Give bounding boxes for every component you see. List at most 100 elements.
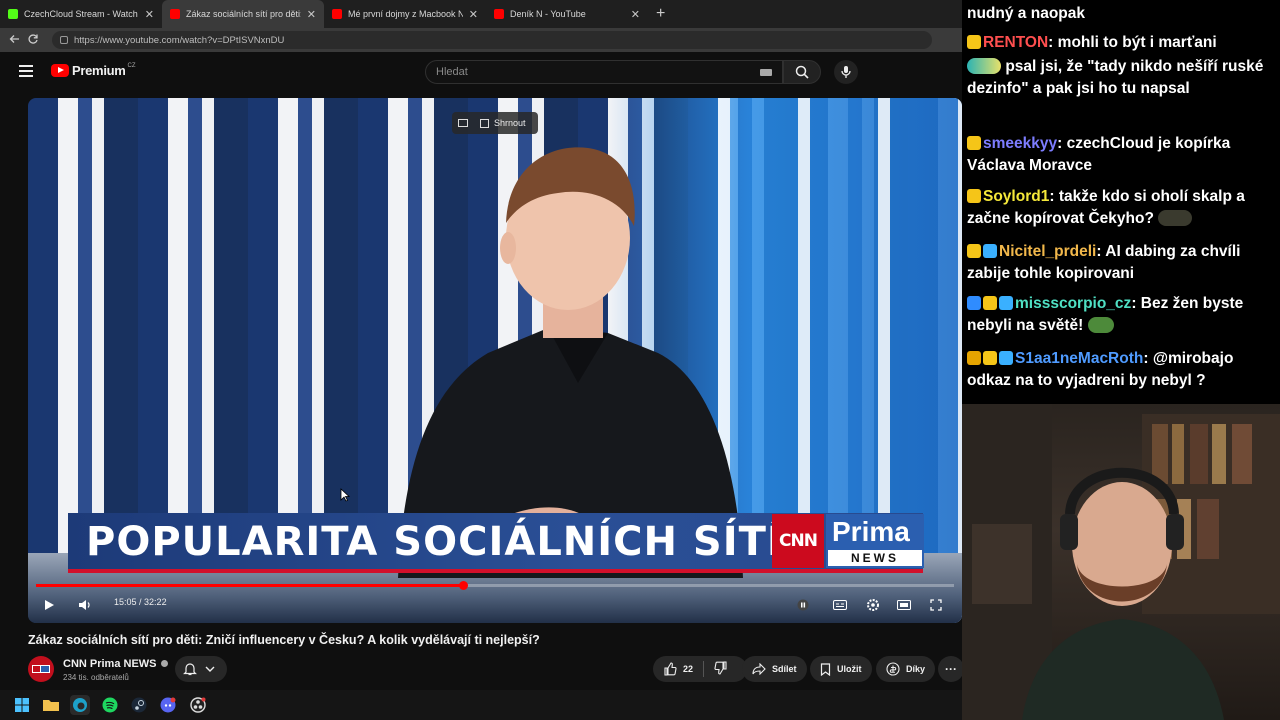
- subscriber-count: 234 tis. odběratelů: [63, 673, 129, 682]
- windows-start-icon[interactable]: [12, 695, 32, 715]
- channel-avatar[interactable]: [28, 656, 54, 682]
- keyboard-icon[interactable]: [760, 69, 772, 76]
- player-controls: 15:05 / 32:22: [28, 592, 962, 618]
- mouse-cursor-icon: [340, 488, 350, 502]
- sub-badge-icon: [967, 189, 981, 203]
- chat-colon: :: [1048, 34, 1054, 51]
- tab-zakaz[interactable]: Zákaz sociálních sítí pro děti: Zničí ✕: [162, 0, 324, 28]
- progress-scrubber[interactable]: [458, 581, 468, 590]
- pip-icon[interactable]: [458, 119, 468, 127]
- cnn-logo: CNN: [772, 514, 824, 568]
- edge-browser-icon[interactable]: [70, 695, 90, 715]
- tab-title: Deník N - YouTube: [510, 9, 586, 19]
- theater-icon[interactable]: [895, 596, 913, 614]
- chat-colon: :: [1143, 350, 1149, 367]
- tab-close-icon[interactable]: ✕: [145, 8, 154, 21]
- chat-username[interactable]: S1aa1neMacRoth: [1015, 350, 1143, 367]
- channel-name-text: CNN Prima NEWS: [63, 658, 157, 670]
- chat-username[interactable]: RENTON: [983, 34, 1048, 51]
- file-explorer-icon[interactable]: [41, 695, 61, 715]
- discord-icon[interactable]: [158, 695, 178, 715]
- tab-close-icon[interactable]: ✕: [631, 8, 640, 21]
- search-input[interactable]: Hledat: [425, 60, 783, 84]
- chat-message: missscorpio_cz: Bez žen byste nebyli na …: [967, 293, 1275, 337]
- microphone-icon: [841, 66, 851, 78]
- youtube-logo[interactable]: Premium CZ: [51, 63, 136, 78]
- more-actions-button[interactable]: ···: [938, 656, 964, 682]
- logo-word: Premium: [72, 63, 126, 78]
- sub-badge-icon: [967, 244, 981, 258]
- tab-close-icon[interactable]: ✕: [307, 8, 316, 21]
- thanks-icon: [886, 662, 900, 676]
- pause-pip-icon[interactable]: [794, 596, 812, 614]
- sub-badge-icon: [967, 35, 981, 49]
- share-button[interactable]: Sdílet: [742, 656, 807, 682]
- chat-colon: :: [1057, 135, 1063, 152]
- presenter-figure: [398, 147, 743, 578]
- spotify-icon[interactable]: [100, 695, 120, 715]
- chat-message: nudný a naopak: [967, 3, 1275, 25]
- progress-bar[interactable]: [36, 581, 954, 590]
- video-title: Zákaz sociálních sítí pro děti: Zničí in…: [28, 633, 540, 647]
- chat-username[interactable]: missscorpio_cz: [1015, 295, 1131, 312]
- chat-message: Nicitel_prdeli: AI dabing za chvíli zabi…: [967, 241, 1275, 285]
- play-icon[interactable]: [40, 596, 58, 614]
- share-label: Sdílet: [772, 664, 797, 674]
- chat-username[interactable]: smeekkyy: [983, 135, 1057, 152]
- channel-name[interactable]: CNN Prima NEWS: [63, 658, 168, 670]
- time-total: 32:22: [144, 597, 167, 607]
- search-icon: [795, 65, 809, 79]
- diamond-badge-icon: [999, 296, 1013, 310]
- thumbs-down-icon: [714, 661, 727, 675]
- tab-macbook[interactable]: Mé první dojmy z Macbook Neo. ✕: [324, 0, 486, 28]
- streamer-figure: [962, 404, 1280, 720]
- browser-window: CzechCloud Stream - Watch Live o ✕ Zákaz…: [0, 0, 964, 690]
- reload-icon[interactable]: [24, 33, 42, 48]
- url-field[interactable]: https://www.youtube.com/watch?v=DPtISVNx…: [52, 31, 932, 49]
- voice-search-button[interactable]: [834, 60, 858, 84]
- hamburger-menu-icon[interactable]: [19, 65, 33, 77]
- address-bar: https://www.youtube.com/watch?v=DPtISVNx…: [0, 28, 962, 52]
- video-player[interactable]: Shrnout POPULARITA SOCIÁLNÍCH SÍTÍ CNN P…: [28, 98, 962, 623]
- chat-message: smeekkyy: czechCloud je kopírka Václava …: [967, 133, 1275, 177]
- youtube-header: Premium CZ Hledat: [0, 52, 962, 92]
- chat-text: nudný a naopak: [967, 5, 1085, 22]
- search-placeholder: Hledat: [436, 66, 468, 78]
- chat-text: psal jsi, že "tady nikdo nešíří ruské de…: [967, 58, 1264, 97]
- chat-message: S1aa1neMacRoth: @mirobajo odkaz na to vy…: [967, 348, 1275, 392]
- search-button[interactable]: [783, 60, 821, 84]
- steam-icon[interactable]: [129, 695, 149, 715]
- like-button[interactable]: 22: [663, 662, 693, 676]
- chat-username[interactable]: Nicitel_prdeli: [999, 243, 1096, 260]
- site-info-icon[interactable]: [60, 36, 68, 44]
- chat-username[interactable]: Soylord1: [983, 188, 1049, 205]
- notification-button[interactable]: [175, 656, 227, 682]
- share-icon: [752, 663, 766, 675]
- save-button[interactable]: Uložit: [810, 656, 872, 682]
- youtube-favicon-icon: [332, 9, 342, 19]
- pip-summary-bar[interactable]: Shrnout: [452, 112, 538, 134]
- like-dislike-group: 22: [653, 656, 747, 682]
- back-icon[interactable]: [6, 33, 24, 48]
- sub-badge-icon: [983, 296, 997, 310]
- obs-icon[interactable]: [188, 695, 208, 715]
- dislike-button[interactable]: [714, 661, 734, 677]
- tab-denikn[interactable]: Deník N - YouTube ✕: [486, 0, 648, 28]
- thanks-button[interactable]: Díky: [876, 656, 936, 682]
- time-separator: /: [136, 597, 145, 607]
- tab-czechcloud[interactable]: CzechCloud Stream - Watch Live o ✕: [0, 0, 162, 28]
- new-tab-button[interactable]: +: [656, 5, 665, 23]
- taskbar: [0, 690, 962, 720]
- fullscreen-icon[interactable]: [927, 596, 945, 614]
- volume-icon[interactable]: [76, 596, 94, 614]
- time-current: 15:05: [114, 597, 137, 607]
- settings-icon[interactable]: [864, 596, 882, 614]
- screen: CzechCloud Stream - Watch Live o ✕ Zákaz…: [0, 0, 1280, 720]
- chat-colon: :: [1096, 243, 1102, 260]
- thumbs-up-icon: [664, 662, 677, 676]
- youtube-favicon-icon: [170, 9, 180, 19]
- tab-title: Mé první dojmy z Macbook Neo.: [348, 9, 463, 19]
- tab-title: CzechCloud Stream - Watch Live o: [24, 9, 139, 19]
- tab-close-icon[interactable]: ✕: [469, 8, 478, 21]
- subtitles-icon[interactable]: [831, 596, 849, 614]
